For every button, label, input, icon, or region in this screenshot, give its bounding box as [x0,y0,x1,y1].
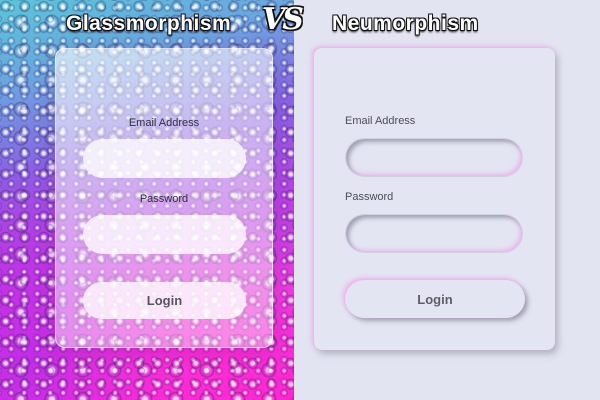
title-neumorphism: Neumorphism [332,12,479,35]
neumorph-password-label: Password [345,191,394,203]
title-vs: VS [262,2,304,37]
neumorph-login-card: Email Address Password Login [314,48,555,350]
neumorph-email-label: Email Address [345,115,416,127]
glass-login-card: Email Address Password Login [55,48,273,348]
neumorph-login-button[interactable]: Login [345,280,525,318]
neumorph-email-input[interactable] [345,138,523,177]
glass-password-label: Password [139,193,189,205]
title-glassmorphism: Glassmorphism [66,12,232,35]
neumorph-password-input[interactable] [345,214,523,253]
glass-email-input[interactable] [83,139,246,178]
glass-email-label: Email Address [128,117,200,129]
glass-password-input[interactable] [83,215,246,254]
glass-login-button[interactable]: Login [83,282,246,319]
